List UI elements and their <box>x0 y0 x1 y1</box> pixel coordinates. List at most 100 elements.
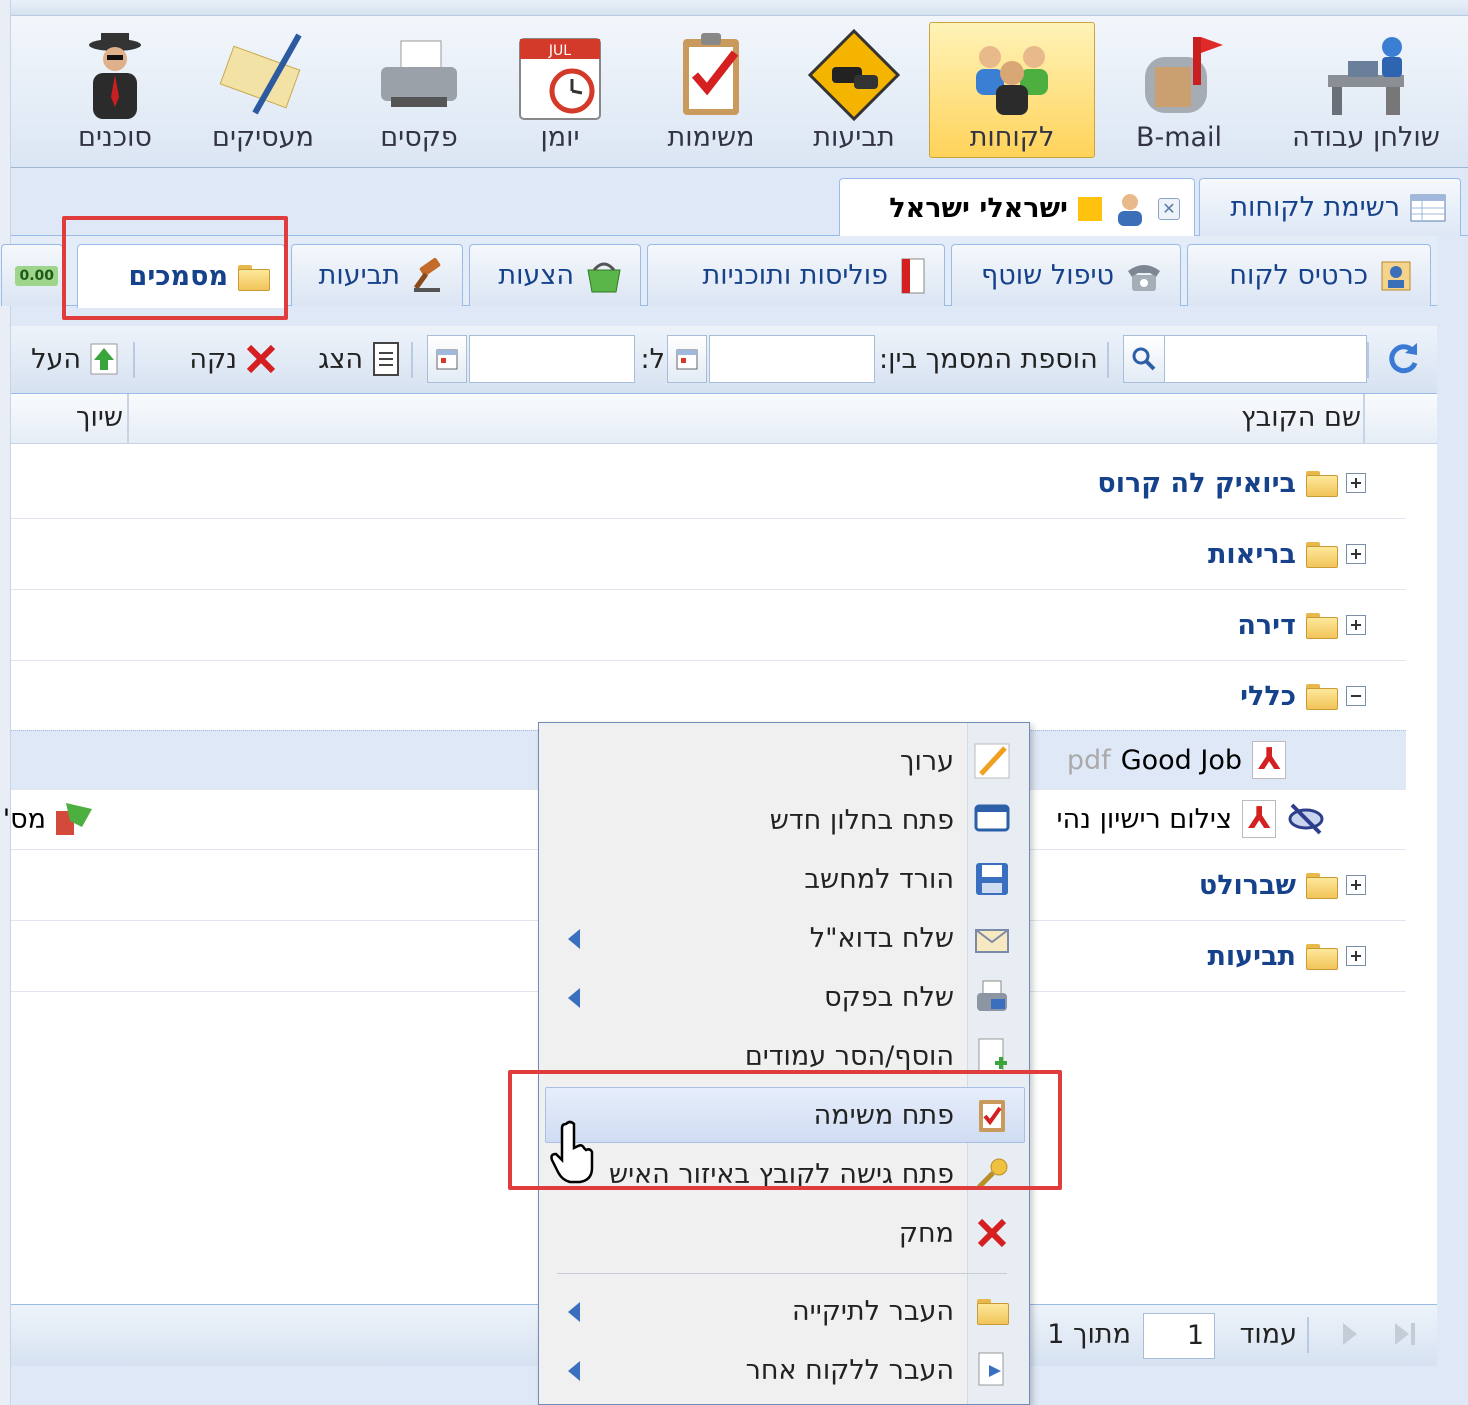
menu-item-move-to-folder[interactable]: העבר לתיקייה <box>545 1283 1025 1339</box>
tree-row-folder[interactable]: ביואיק לה קרוס <box>11 448 1406 519</box>
module-employers[interactable]: מעסיקים <box>193 22 333 158</box>
svg-text:JUL: JUL <box>548 43 571 59</box>
tab-label: הצעות <box>498 260 574 291</box>
module-faxes[interactable]: פקסים <box>355 22 483 158</box>
page-number-input[interactable]: 1 <box>1143 1313 1215 1359</box>
refresh-button[interactable] <box>1377 334 1423 384</box>
tab-claims[interactable]: תביעות <box>291 244 463 306</box>
tab-balance[interactable]: 0.00 <box>1 244 63 306</box>
menu-item-move-to-customer[interactable]: העבר ללקוח אחר <box>545 1342 1025 1398</box>
upload-label: העל <box>31 343 81 375</box>
search-button[interactable] <box>1123 335 1165 383</box>
pdf-icon <box>1252 741 1286 779</box>
module-calendar[interactable]: JUL יומן <box>505 22 615 158</box>
fax-icon <box>970 975 1014 1019</box>
next-page-button[interactable] <box>1331 1319 1365 1353</box>
move-to-customer-icon <box>970 1348 1014 1392</box>
money-icon: 0.00 <box>15 265 58 286</box>
submenu-arrow-icon <box>568 929 580 949</box>
customer-card-icon <box>1381 261 1411 290</box>
menu-item-label: פתח בחלון חדש <box>769 804 954 836</box>
tab-documents[interactable]: מסמכים <box>77 244 285 308</box>
folder-name: דירה <box>1237 609 1296 641</box>
menu-item-send-fax[interactable]: שלח בפקס <box>545 969 1025 1025</box>
tree-row-folder[interactable]: דירה <box>11 590 1406 661</box>
expand-icon[interactable] <box>1346 946 1366 966</box>
pdf-icon <box>1242 800 1276 838</box>
module-bmail[interactable]: B-mail <box>1119 22 1239 158</box>
menu-item-add-remove-pages[interactable]: הוסף/הסר עמודים <box>545 1028 1025 1084</box>
folder-name: תביעות <box>1207 940 1296 972</box>
close-icon[interactable]: ✕ <box>1158 197 1180 220</box>
refresh-icon <box>1389 343 1418 374</box>
expand-icon[interactable] <box>1346 473 1366 493</box>
date-to-picker[interactable] <box>427 335 467 383</box>
module-claims[interactable]: תביעות <box>791 22 917 158</box>
folder-icon <box>1306 471 1338 497</box>
menu-item-label: העבר ללקוח אחר <box>745 1354 954 1386</box>
documents-toolbar: הוספת המסמך בין: ל: הצג נקה העל <box>11 326 1437 394</box>
date-to-input[interactable] <box>469 335 635 383</box>
module-label: פקסים <box>380 122 458 153</box>
association-text: מס' <box>2 803 46 835</box>
folder-name: שברולט <box>1198 869 1296 901</box>
menu-item-open-task[interactable]: פתח משימה <box>545 1087 1025 1143</box>
module-agents[interactable]: סוכנים <box>53 22 177 158</box>
hand-cursor-icon <box>550 1120 594 1184</box>
menu-item-send-email[interactable]: שלח בדוא"ל <box>545 910 1025 966</box>
expand-icon[interactable] <box>1346 544 1366 564</box>
calendar-picker-icon <box>676 349 698 370</box>
page-label: עמוד <box>1239 1319 1297 1350</box>
show-button[interactable]: הצג <box>289 334 401 384</box>
car-accident-icon <box>807 28 901 122</box>
tab-offers[interactable]: הצעות <box>469 244 641 306</box>
folder-name: בריאות <box>1207 538 1296 570</box>
clear-x-icon <box>246 344 276 374</box>
column-header-filename[interactable]: שם הקובץ <box>1211 402 1361 433</box>
last-page-icon <box>1395 1323 1415 1345</box>
menu-item-edit[interactable]: ערוך <box>545 733 1025 789</box>
tab-label: ישראלי ישראל <box>889 193 1068 224</box>
collapse-icon[interactable] <box>1346 686 1366 706</box>
user-icon <box>1118 193 1142 226</box>
expand-icon[interactable] <box>1346 875 1366 895</box>
tree-row-folder[interactable]: בריאות <box>11 519 1406 590</box>
menu-item-open-new-window[interactable]: פתח בחלון חדש <box>545 792 1025 848</box>
file-name: Good Job <box>1120 744 1242 776</box>
add-page-icon <box>970 1034 1014 1078</box>
toolbar-separator <box>1307 1317 1309 1353</box>
next-page-icon <box>1343 1323 1357 1345</box>
tab-customer-list[interactable]: רשימת לקוחות <box>1199 178 1461 236</box>
toolbar-separator <box>1367 342 1369 378</box>
grid-icon <box>1410 194 1446 221</box>
submenu-arrow-icon <box>568 988 580 1008</box>
expand-icon[interactable] <box>1346 615 1366 635</box>
date-from-picker[interactable] <box>667 335 707 383</box>
upload-button[interactable]: העל <box>11 334 119 384</box>
folder-icon <box>1306 873 1338 899</box>
column-divider <box>127 394 129 444</box>
column-header-association[interactable]: שיוך <box>51 402 123 433</box>
tab-label: תביעות <box>318 260 400 291</box>
tab-policies[interactable]: פוליסות ותוכניות <box>647 244 945 306</box>
date-from-input[interactable] <box>709 335 875 383</box>
module-label: מעסיקים <box>212 122 314 153</box>
module-desktop[interactable]: שולחן עבודה <box>1271 22 1461 158</box>
policy-book-icon <box>901 258 925 293</box>
clear-button[interactable]: נקה <box>165 334 277 384</box>
module-label: משימות <box>667 122 755 153</box>
module-customers[interactable]: לקוחות <box>929 22 1095 158</box>
module-tasks[interactable]: משימות <box>641 22 781 158</box>
file-name: צילום רישיון נהי <box>1056 803 1233 835</box>
key-icon <box>970 1152 1014 1196</box>
menu-item-label: פתח גישה לקובץ באיזור האיש <box>608 1158 954 1190</box>
email-icon <box>970 916 1014 960</box>
tab-ongoing-care[interactable]: טיפול שוטף <box>951 244 1181 306</box>
menu-item-delete[interactable]: מחק <box>545 1205 1025 1261</box>
menu-item-download[interactable]: הורד למחשב <box>545 851 1025 907</box>
search-input[interactable] <box>1163 335 1367 383</box>
tab-customer-record[interactable]: ✕ ישראלי ישראל <box>839 178 1195 238</box>
tab-customer-card[interactable]: כרטיס לקוח <box>1187 244 1431 306</box>
last-page-button[interactable] <box>1385 1319 1419 1353</box>
menu-item-grant-file-access[interactable]: פתח גישה לקובץ באיזור האיש <box>545 1146 1025 1202</box>
